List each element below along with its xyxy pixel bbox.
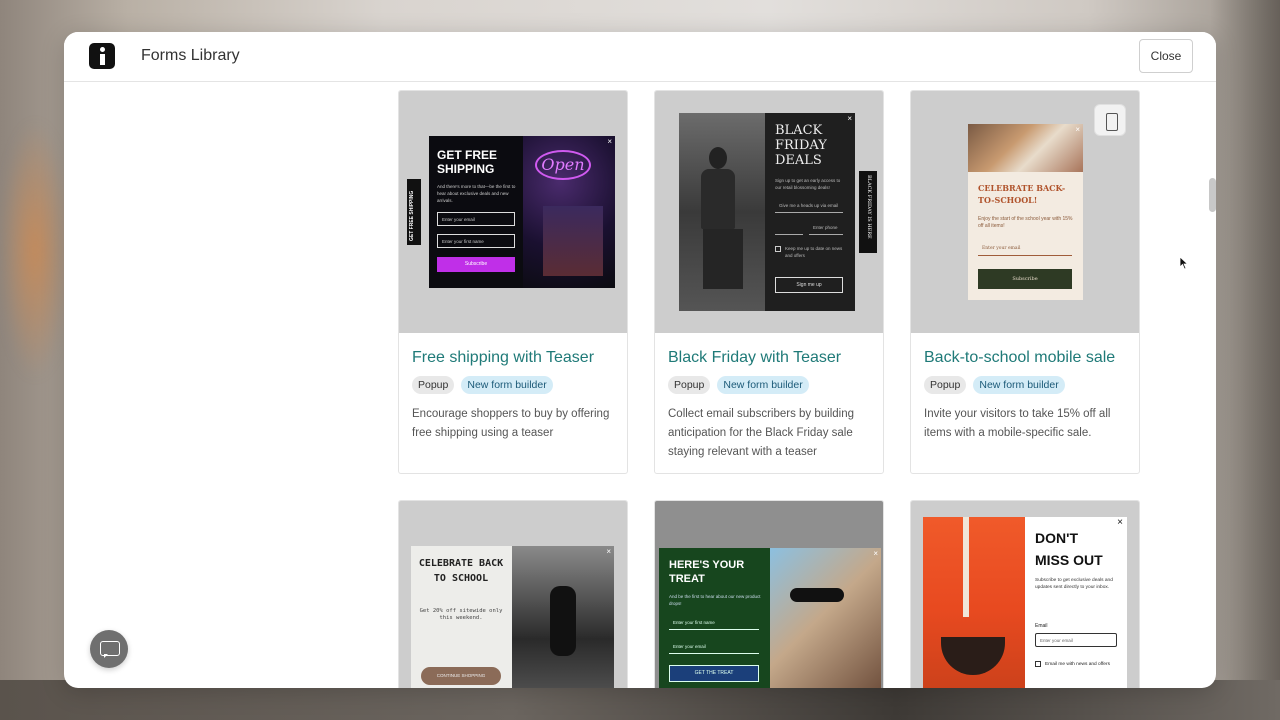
forms-library-modal: Forms Library Close GET FREE SHIPPING Op… bbox=[64, 32, 1216, 688]
neon-store-image: Open bbox=[523, 136, 615, 288]
tag-popup: Popup bbox=[924, 376, 967, 394]
tag-new-form-builder: New form builder bbox=[461, 376, 553, 394]
checkbox bbox=[775, 246, 781, 252]
tag-popup: Popup bbox=[412, 376, 455, 394]
subscribe-button: Subscribe bbox=[978, 269, 1072, 289]
template-card[interactable]: × CELEBRATE BACK-TO-SCHOOL! Enjoy the st… bbox=[910, 90, 1140, 474]
sign-up-button: Sign me up bbox=[775, 277, 843, 293]
popup-headline: HERE'S YOUR TREAT bbox=[669, 559, 745, 585]
phone-field: Enter phone bbox=[809, 221, 843, 235]
backdrop-decor bbox=[0, 120, 70, 380]
popup-subtext: Enjoy the start of the school year with … bbox=[978, 216, 1073, 229]
close-icon: × bbox=[1117, 517, 1123, 528]
popup-headline: BLACK FRIDAY DEALS bbox=[775, 123, 827, 168]
template-preview: × HERE'S YOUR TREAT And be the first to … bbox=[655, 501, 883, 688]
teaser-tab: BLACK FRIDAY IS HERE bbox=[859, 171, 877, 253]
subscribe-button: Subscribe bbox=[437, 257, 515, 272]
popup-mockup: Open GET FREE SHIPPING And there's more … bbox=[429, 136, 615, 288]
popup-subtext: Sign up to get an early access to our re… bbox=[775, 178, 841, 190]
popup-subtext: And there's more to that—be the first to… bbox=[437, 184, 516, 203]
template-description: Collect email subscribers by building an… bbox=[668, 408, 854, 458]
modal-title: Forms Library bbox=[141, 47, 240, 64]
mouse-cursor-icon bbox=[1179, 256, 1189, 270]
template-title[interactable]: Back-to-school mobile sale bbox=[924, 349, 1126, 367]
template-card[interactable]: × DON'T MISS OUT Subscribe to get exclus… bbox=[910, 500, 1140, 688]
checkbox-label: Email me with news and offers bbox=[1045, 662, 1110, 667]
close-icon: × bbox=[873, 549, 878, 558]
chat-button[interactable] bbox=[90, 630, 128, 668]
jumping-person-image bbox=[512, 546, 614, 688]
name-field: Enter your first name bbox=[669, 616, 759, 630]
template-preview: × CELEBRATE BACK-TO-SCHOOL! Enjoy the st… bbox=[911, 91, 1139, 333]
email-field: Enter your email bbox=[1035, 633, 1117, 647]
template-title[interactable]: Free shipping with Teaser bbox=[412, 349, 614, 367]
popup-mockup: BLACK FRIDAY DEALS Sign up to get an ear… bbox=[679, 113, 855, 311]
template-card[interactable]: GET FREE SHIPPING Open GET FREE SHIPPING… bbox=[398, 90, 628, 474]
get-treat-button: GET THE TREAT bbox=[669, 665, 759, 682]
email-field: Enter your email bbox=[437, 212, 515, 226]
tag-new-form-builder: New form builder bbox=[717, 376, 809, 394]
template-preview: BLACK FRIDAY DEALS Sign up to get an ear… bbox=[655, 91, 883, 333]
email-field: Enter your email bbox=[669, 640, 759, 654]
popup-headline: GET FREE SHIPPING bbox=[437, 148, 498, 176]
checkbox-label: Keep me up to date on news and offers bbox=[785, 246, 843, 258]
close-icon: × bbox=[607, 137, 612, 146]
country-code-select bbox=[775, 221, 803, 235]
continue-shopping-button: CONTINUE SHOPPING bbox=[421, 667, 501, 685]
template-description: Encourage shoppers to buy by offering fr… bbox=[412, 408, 610, 439]
popup-subtext: And be the first to hear about our new p… bbox=[669, 594, 761, 606]
close-icon: × bbox=[847, 114, 852, 123]
teaser-tab: GET FREE SHIPPING bbox=[407, 179, 421, 245]
popup-headline: CELEBRATE BACK-TO-SCHOOL! bbox=[978, 183, 1066, 205]
mobile-device-icon bbox=[1094, 104, 1126, 136]
modal-header: Forms Library Close bbox=[64, 32, 1216, 82]
books-image bbox=[968, 124, 1083, 172]
template-card[interactable]: × CELEBRATE BACK TO SCHOOL Get 20% off s… bbox=[398, 500, 628, 688]
close-icon: × bbox=[1075, 125, 1080, 134]
sunglasses-woman-image bbox=[770, 548, 881, 688]
template-description: Invite your visitors to take 15% off all… bbox=[924, 408, 1111, 439]
template-title[interactable]: Black Friday with Teaser bbox=[668, 349, 870, 367]
template-preview: GET FREE SHIPPING Open GET FREE SHIPPING… bbox=[399, 91, 627, 333]
email-label: Email bbox=[1035, 623, 1048, 629]
name-field: Enter your first name bbox=[437, 234, 515, 248]
teaser-text: BLACK FRIDAY IS HERE bbox=[866, 175, 872, 239]
neon-sign: Open bbox=[535, 150, 591, 180]
popup-headline: DON'T MISS OUT bbox=[1035, 530, 1103, 568]
popup-subtext: Subscribe to get exclusive deals and upd… bbox=[1035, 578, 1113, 590]
model-photo bbox=[679, 113, 765, 311]
close-button[interactable]: Close bbox=[1139, 39, 1193, 73]
popup-mockup: × CELEBRATE BACK TO SCHOOL Get 20% off s… bbox=[411, 546, 614, 688]
email-field: Give me a heads up via email bbox=[775, 199, 843, 213]
template-card[interactable]: × HERE'S YOUR TREAT And be the first to … bbox=[654, 500, 884, 688]
backdrop-shade bbox=[1210, 0, 1280, 720]
checkbox bbox=[1035, 661, 1041, 667]
tag-new-form-builder: New form builder bbox=[973, 376, 1065, 394]
popup-mockup: × DON'T MISS OUT Subscribe to get exclus… bbox=[923, 517, 1127, 688]
popup-mockup: × HERE'S YOUR TREAT And be the first to … bbox=[659, 548, 881, 688]
template-preview: × CELEBRATE BACK TO SCHOOL Get 20% off s… bbox=[399, 501, 627, 688]
teaser-text: GET FREE SHIPPING bbox=[409, 190, 415, 241]
app-logo-icon bbox=[89, 43, 115, 69]
tag-popup: Popup bbox=[668, 376, 711, 394]
cereal-image bbox=[923, 517, 1025, 688]
popup-mockup: × CELEBRATE BACK-TO-SCHOOL! Enjoy the st… bbox=[968, 124, 1083, 300]
scrollbar-thumb[interactable] bbox=[1209, 178, 1216, 212]
popup-headline: CELEBRATE BACK TO SCHOOL bbox=[418, 558, 504, 584]
email-field: Enter your email bbox=[978, 242, 1072, 256]
popup-subtext: Get 20% off sitewide only this weekend. bbox=[419, 608, 503, 621]
template-preview: × DON'T MISS OUT Subscribe to get exclus… bbox=[911, 501, 1139, 688]
template-card[interactable]: BLACK FRIDAY DEALS Sign up to get an ear… bbox=[654, 90, 884, 474]
close-icon: × bbox=[606, 547, 611, 556]
